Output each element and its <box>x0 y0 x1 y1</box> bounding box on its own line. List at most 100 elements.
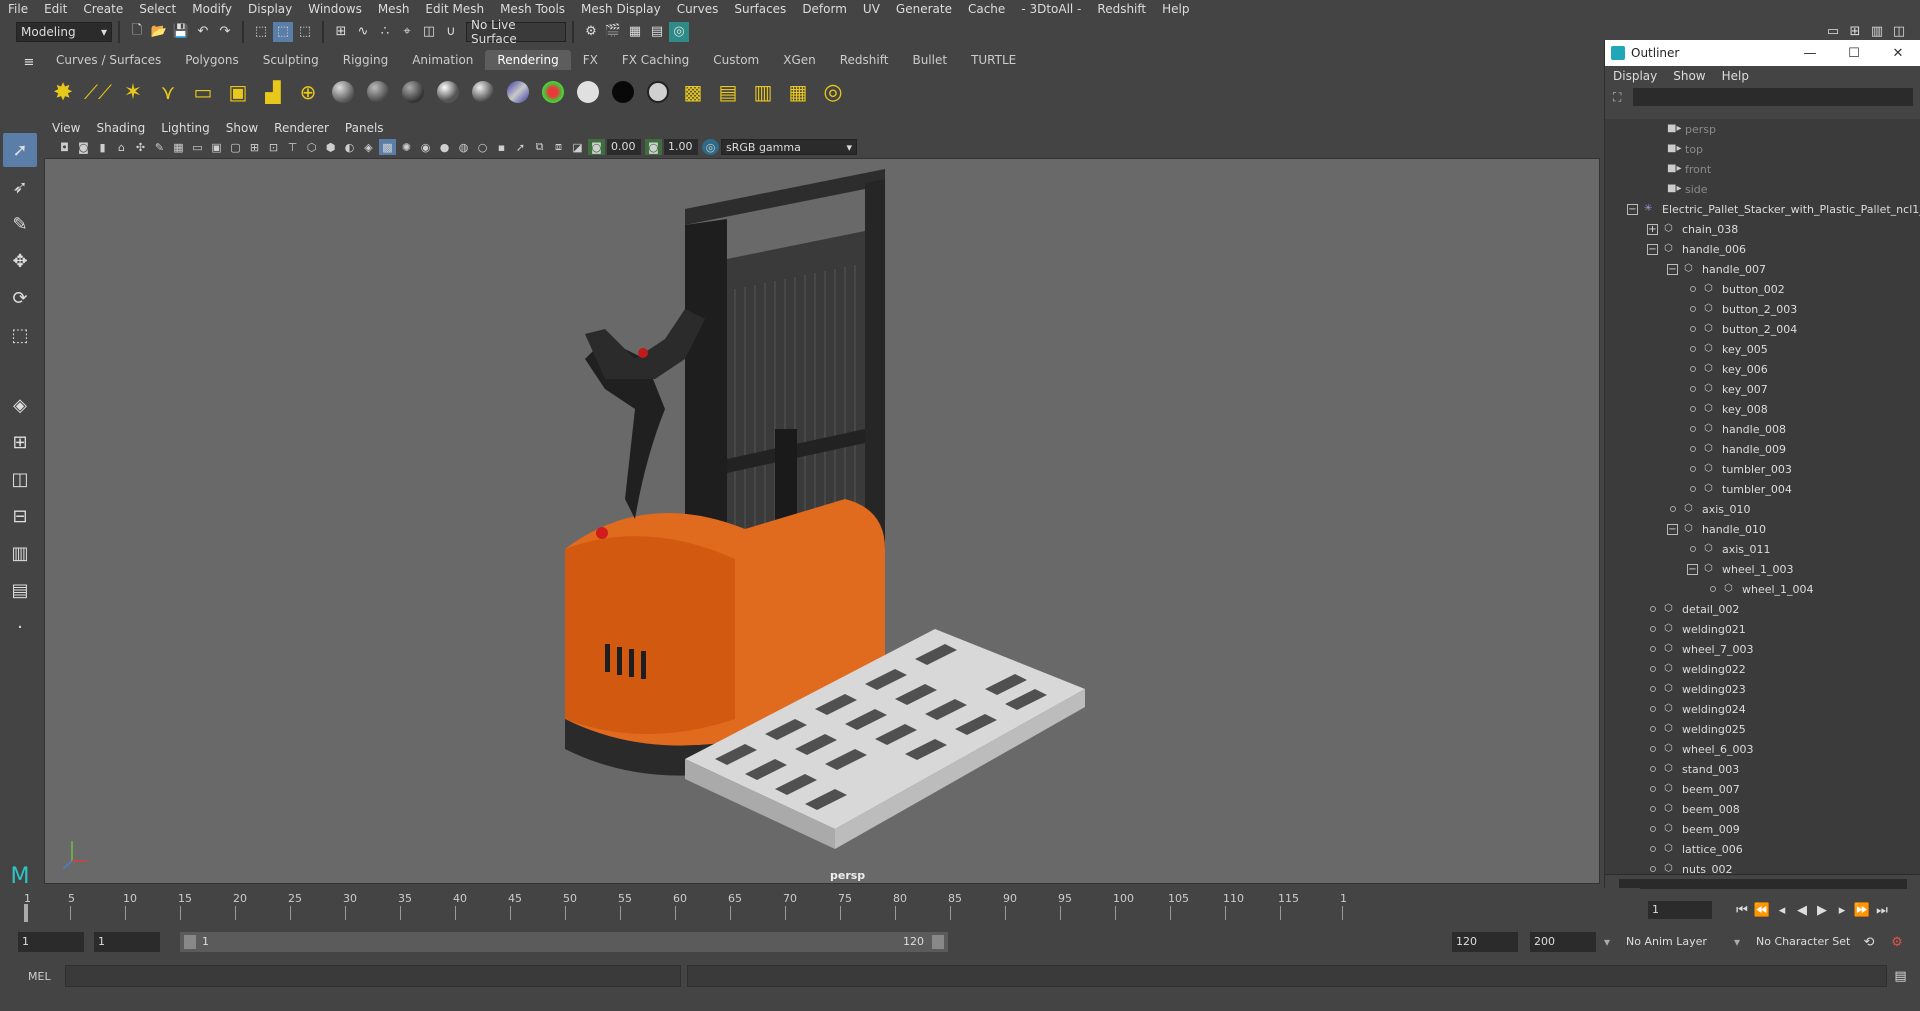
redo-icon[interactable]: ↷ <box>215 22 235 42</box>
film-gate-icon[interactable]: ▭ <box>189 139 206 155</box>
more-layouts-icon[interactable]: · <box>3 610 37 644</box>
live-surface-field[interactable]: No Live Surface <box>466 18 566 46</box>
outliner-row[interactable]: ⬡ button_2_004 <box>1605 319 1920 339</box>
maximize-icon[interactable]: ☐ <box>1832 46 1876 61</box>
viewport-menu-item[interactable]: Lighting <box>153 121 218 135</box>
shelf-tab[interactable]: FX Caching <box>610 50 701 70</box>
animation-start-field[interactable]: 1 <box>18 932 84 952</box>
step-back-frame-icon[interactable]: ◂ <box>1772 903 1792 918</box>
outliner-row[interactable]: ⬡ lattice_006 <box>1605 839 1920 859</box>
shelf-tab[interactable]: Polygons <box>173 50 250 70</box>
2d-pan-zoom-icon[interactable]: ✣ <box>132 139 149 155</box>
undo-icon[interactable]: ↶ <box>193 22 213 42</box>
ambient-light-icon[interactable]: ✸ <box>48 77 78 107</box>
outliner-row[interactable]: ⬡ button_002 <box>1605 279 1920 299</box>
xray-icon[interactable]: ➚ <box>512 139 529 155</box>
menu-item[interactable]: Curves <box>669 0 727 18</box>
phong-e-material-icon[interactable] <box>433 77 463 107</box>
outliner-row[interactable]: ⬡ wheel_7_003 <box>1605 639 1920 659</box>
menu-item[interactable]: UV <box>855 0 888 18</box>
anisotropic-material-icon[interactable] <box>468 77 498 107</box>
minimize-icon[interactable]: — <box>1788 46 1832 61</box>
outliner-row[interactable]: ■▸ front <box>1605 159 1920 179</box>
backface-culling-icon[interactable]: ◪ <box>569 139 586 155</box>
outliner-row[interactable]: ⬡ welding021 <box>1605 619 1920 639</box>
menu-item[interactable]: Display <box>240 0 300 18</box>
lambert-material-icon[interactable] <box>363 77 393 107</box>
menu-item[interactable]: Select <box>131 0 184 18</box>
layout-outliner-icon[interactable]: ▥ <box>1867 22 1887 42</box>
magnet-icon[interactable]: ∪ <box>441 22 461 42</box>
render-view-icon[interactable]: ▤ <box>647 22 667 42</box>
paint-select-icon[interactable]: ✎ <box>3 207 37 241</box>
outliner-row[interactable]: ⬡ beem_007 <box>1605 779 1920 799</box>
motion-blur-icon[interactable]: ● <box>436 139 453 155</box>
exposure-icon[interactable]: ◙ <box>588 139 605 155</box>
bookmark-icon[interactable]: ▮ <box>94 139 111 155</box>
outliner-row[interactable]: ⬡ handle_008 <box>1605 419 1920 439</box>
menu-item[interactable]: Redshift <box>1089 0 1154 18</box>
camera-select-icon[interactable]: ◘ <box>56 139 73 155</box>
character-set-dropdown[interactable]: No Character Set <box>1752 932 1852 952</box>
viewport-menu-item[interactable]: View <box>44 121 88 135</box>
menu-item[interactable]: Windows <box>300 0 370 18</box>
wireframe-icon[interactable]: ⬡ <box>303 139 320 155</box>
current-time-indicator[interactable] <box>24 904 28 922</box>
shelf-tab[interactable]: Redshift <box>828 50 901 70</box>
viewport-menu-item[interactable]: Shading <box>88 121 153 135</box>
light-linking-icon[interactable]: ⊕ <box>293 77 323 107</box>
light-editor-icon[interactable]: ▟ <box>258 77 288 107</box>
stacked-layout-icon[interactable]: ⊟ <box>3 499 37 533</box>
render-view-shelf-icon[interactable]: ▤ <box>713 77 743 107</box>
playback-end-field[interactable]: 120 <box>1452 932 1518 952</box>
shelf-tab[interactable]: FX <box>571 50 610 70</box>
side-by-side-layout-icon[interactable]: ◫ <box>3 462 37 496</box>
outliner-row[interactable]: ⬡ handle_009 <box>1605 439 1920 459</box>
render-frame-icon[interactable]: 🎬 <box>603 22 623 42</box>
outliner-row[interactable]: ⬡ tumbler_003 <box>1605 459 1920 479</box>
shelf-tab[interactable]: Custom <box>701 50 771 70</box>
shelf-tab[interactable]: Rigging <box>331 50 400 70</box>
select-hierarchy-icon[interactable]: ⬚ <box>251 22 271 42</box>
spot-light-icon[interactable]: ⋎ <box>153 77 183 107</box>
shelf-tab[interactable]: Sculpting <box>251 50 331 70</box>
select-component-icon[interactable]: ⬚ <box>295 22 315 42</box>
time-slider[interactable]: 1 5 10 15 20 25 30 35 40 45 50 55 60 65 70 75 80 85 90 95 10… <box>20 888 1640 924</box>
field-chart-icon[interactable]: ⊞ <box>246 139 263 155</box>
render-settings-icon[interactable]: ⚙ <box>581 22 601 42</box>
exposure-field[interactable]: 0.00 <box>607 139 641 155</box>
persp-graph-layout-icon[interactable]: ▤ <box>3 573 37 607</box>
shelf-tab[interactable]: Rendering <box>485 50 571 70</box>
command-input[interactable] <box>64 965 681 987</box>
xray-joints-icon[interactable]: ⧉ <box>531 139 548 155</box>
viewport-menu-item[interactable]: Renderer <box>266 121 337 135</box>
menu-item[interactable]: - 3DtoAll - <box>1013 0 1089 18</box>
render-sequence-icon[interactable]: ▩ <box>678 77 708 107</box>
render-target-icon[interactable]: ◎ <box>818 77 848 107</box>
anti-aliasing-icon[interactable]: ◍ <box>455 139 472 155</box>
script-editor-icon[interactable]: ▤ <box>1891 966 1911 986</box>
viewport-menu-item[interactable]: Show <box>218 121 266 135</box>
anim-layer-dropdown[interactable]: No Anim Layer <box>1622 932 1716 952</box>
menu-item[interactable]: Mesh <box>370 0 418 18</box>
chevron-down-icon[interactable]: ▾ <box>1734 935 1740 949</box>
ipr-render-icon[interactable]: ▦ <box>625 22 645 42</box>
outliner-row[interactable]: ⬡ welding025 <box>1605 719 1920 739</box>
outliner-row[interactable]: ⬡ wheel_1_004 <box>1605 579 1920 599</box>
menu-item[interactable]: Generate <box>888 0 960 18</box>
outliner-row[interactable]: ■▸ persp <box>1605 119 1920 139</box>
current-frame-field[interactable]: 1 <box>1648 901 1712 919</box>
menu-item[interactable]: Modify <box>184 0 240 18</box>
outliner-row[interactable]: ⬡ key_007 <box>1605 379 1920 399</box>
outliner-row[interactable]: − ✳ Electric_Pallet_Stacker_with_Plastic_P… <box>1605 199 1920 219</box>
phong-material-icon[interactable] <box>398 77 428 107</box>
outliner-row[interactable]: − ⬡ handle_010 <box>1605 519 1920 539</box>
resolution-gate-icon[interactable]: ▣ <box>208 139 225 155</box>
outliner-row[interactable]: − ⬡ wheel_1_003 <box>1605 559 1920 579</box>
outliner-menu-item[interactable]: Display <box>1613 69 1657 83</box>
shading-map-icon[interactable] <box>643 77 673 107</box>
anim-prefs-icon[interactable]: ⚙ <box>1887 932 1907 952</box>
close-icon[interactable]: ✕ <box>1876 46 1920 61</box>
color-management-icon[interactable]: ◎ <box>702 139 719 155</box>
directional-light-icon[interactable]: ⟋⟋ <box>83 77 113 107</box>
